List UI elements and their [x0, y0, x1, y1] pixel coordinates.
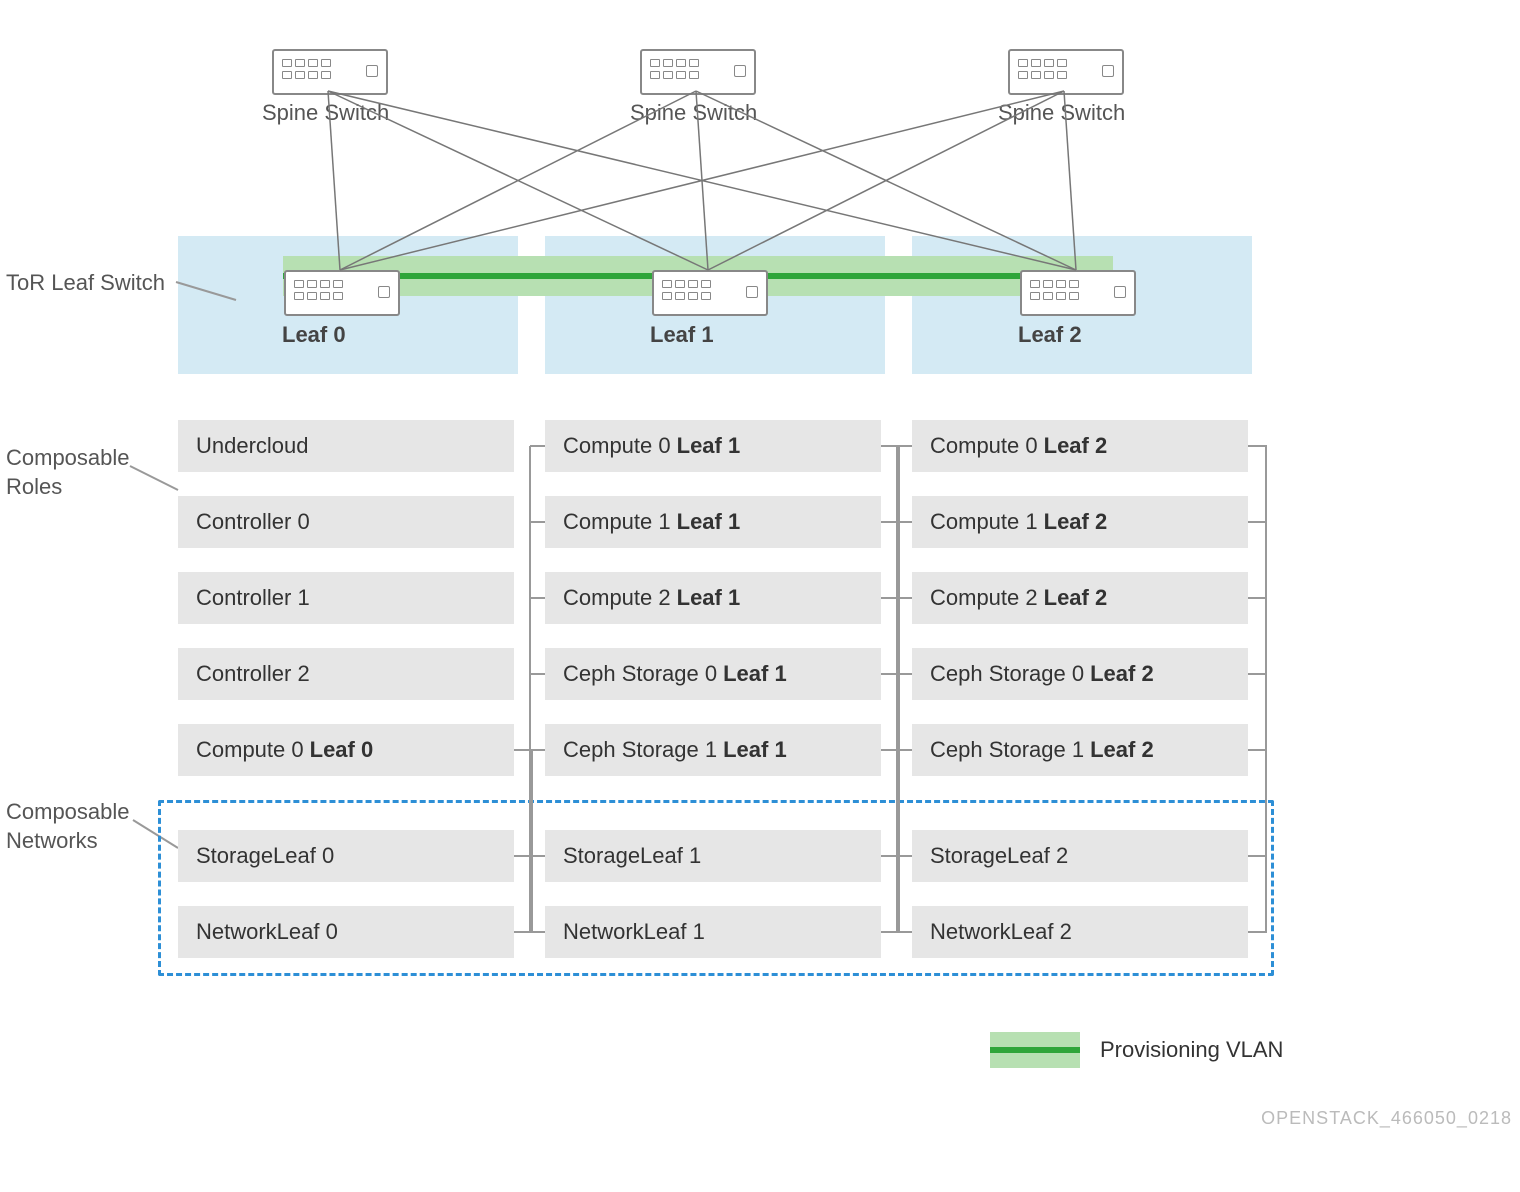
spine-label-2: Spine Switch: [998, 100, 1125, 126]
spine-switch-0-icon: [272, 49, 388, 95]
role-undercloud: Undercloud: [178, 420, 514, 472]
role-compute0-leaf2: Compute 0Leaf 2: [912, 420, 1248, 472]
role-compute0-leaf1: Compute 0Leaf 1: [545, 420, 881, 472]
leaf-label-2: Leaf 2: [1018, 322, 1082, 348]
net-network-leaf2: NetworkLeaf 2: [912, 906, 1248, 958]
legend-label: Provisioning VLAN: [1100, 1037, 1283, 1063]
role-controller-0: Controller 0: [178, 496, 514, 548]
leaf-label-0: Leaf 0: [282, 322, 346, 348]
role-compute1-leaf2: Compute 1Leaf 2: [912, 496, 1248, 548]
spine-label-0: Spine Switch: [262, 100, 389, 126]
role-compute0-leaf0: Compute 0Leaf 0: [178, 724, 514, 776]
leaf-switch-0-icon: [284, 270, 400, 316]
role-controller-2: Controller 2: [178, 648, 514, 700]
spine-label-1: Spine Switch: [630, 100, 757, 126]
leaf-switch-2-icon: [1020, 270, 1136, 316]
role-compute2-leaf2: Compute 2Leaf 2: [912, 572, 1248, 624]
role-ceph0-leaf2: Ceph Storage 0Leaf 2: [912, 648, 1248, 700]
footer-id: OPENSTACK_466050_0218: [1261, 1108, 1512, 1129]
composable-roles-label: Composable Roles: [6, 444, 130, 501]
role-ceph1-leaf2: Ceph Storage 1Leaf 2: [912, 724, 1248, 776]
role-compute2-leaf1: Compute 2Leaf 1: [545, 572, 881, 624]
spine-switch-1-icon: [640, 49, 756, 95]
leaf-switch-1-icon: [652, 270, 768, 316]
spine-switch-2-icon: [1008, 49, 1124, 95]
legend-swatch: [990, 1032, 1080, 1068]
role-controller-1: Controller 1: [178, 572, 514, 624]
net-storage-leaf2: StorageLeaf 2: [912, 830, 1248, 882]
net-network-leaf1: NetworkLeaf 1: [545, 906, 881, 958]
role-ceph0-leaf1: Ceph Storage 0Leaf 1: [545, 648, 881, 700]
net-storage-leaf1: StorageLeaf 1: [545, 830, 881, 882]
net-storage-leaf0: StorageLeaf 0: [178, 830, 514, 882]
net-network-leaf0: NetworkLeaf 0: [178, 906, 514, 958]
tor-leaf-switch-label: ToR Leaf Switch: [6, 270, 165, 296]
roles-pointer: [130, 466, 178, 490]
composable-networks-label: Composable Networks: [6, 798, 130, 855]
leaf-label-1: Leaf 1: [650, 322, 714, 348]
role-compute1-leaf1: Compute 1Leaf 1: [545, 496, 881, 548]
role-ceph1-leaf1: Ceph Storage 1Leaf 1: [545, 724, 881, 776]
